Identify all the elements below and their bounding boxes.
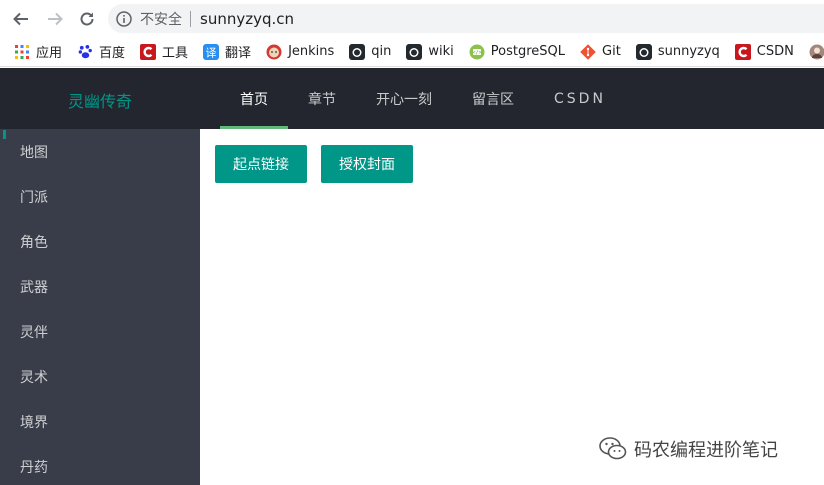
postgres-icon: </> bbox=[469, 44, 485, 60]
nav-tab-csdn[interactable]: CSDN bbox=[534, 68, 626, 129]
bookmark-label: 百度 bbox=[99, 46, 126, 61]
sidebar-item-character[interactable]: 角色 bbox=[0, 219, 200, 264]
sidebar-item-spirit-art[interactable]: 灵术 bbox=[0, 354, 200, 399]
avatar-icon bbox=[809, 44, 824, 60]
bookmark-postgresql[interactable]: </> PostgreSQL bbox=[469, 44, 565, 60]
github-icon bbox=[635, 43, 652, 60]
back-arrow-icon bbox=[13, 12, 28, 25]
bookmark-label: PostgreSQL bbox=[490, 44, 566, 59]
apps-grid-icon bbox=[14, 44, 30, 60]
sidebar-item-realm[interactable]: 境界 bbox=[0, 399, 200, 444]
bookmark-jenkins[interactable]: Jenkins bbox=[266, 44, 334, 60]
wechat-icon bbox=[599, 437, 627, 460]
bookmark-wiki[interactable]: wiki bbox=[406, 43, 454, 60]
jenkins-icon bbox=[266, 44, 282, 60]
reload-icon bbox=[80, 12, 94, 25]
bookmark-label: 翻译 bbox=[225, 46, 252, 61]
app-header: 灵幽传奇 首页 章节 开心一刻 留言区 CSDN bbox=[0, 68, 824, 129]
reload-button[interactable] bbox=[76, 8, 98, 30]
nav-tab-home[interactable]: 首页 bbox=[220, 68, 288, 129]
bookmark-avatar[interactable] bbox=[809, 44, 824, 60]
github-icon bbox=[349, 43, 366, 60]
info-icon[interactable] bbox=[116, 10, 132, 27]
bookmark-apps[interactable]: 应用 bbox=[14, 42, 62, 61]
bookmark-label: wiki bbox=[428, 44, 454, 59]
nav-tab-guestbook[interactable]: 留言区 bbox=[452, 68, 534, 129]
sidebar-item-elixir[interactable]: 丹药 bbox=[0, 444, 200, 485]
bookmark-tools[interactable]: 工具 bbox=[140, 42, 188, 61]
address-bar[interactable]: 不安全 sunnyzyq.cn bbox=[108, 4, 824, 33]
browser-toolbar: 不安全 sunnyzyq.cn bbox=[0, 0, 824, 37]
bookmark-label: Git bbox=[602, 44, 621, 59]
nav-tab-fun-moment[interactable]: 开心一刻 bbox=[356, 68, 452, 129]
bookmarks-bar: 应用 百度 工具 译 翻译 Jenkins qin wiki </> Postg… bbox=[0, 37, 824, 67]
github-icon bbox=[406, 43, 423, 60]
main-content: 起点链接 授权封面 bbox=[200, 129, 824, 485]
bookmark-baidu[interactable]: 百度 bbox=[77, 42, 125, 61]
top-nav: 首页 章节 开心一刻 留言区 CSDN bbox=[220, 68, 626, 129]
translate-icon: 译 bbox=[203, 43, 220, 60]
watermark-text: 码农编程进阶笔记 bbox=[634, 440, 778, 461]
csdn-c-icon bbox=[734, 43, 751, 60]
svg-text:译: 译 bbox=[206, 46, 217, 59]
bookmark-csdn[interactable]: CSDN bbox=[734, 43, 794, 60]
bookmark-label: 工具 bbox=[162, 46, 189, 61]
url-text[interactable]: sunnyzyq.cn bbox=[200, 10, 294, 28]
bookmark-label: qin bbox=[371, 44, 392, 59]
bookmark-label: Jenkins bbox=[288, 44, 335, 59]
bookmark-qin[interactable]: qin bbox=[349, 43, 392, 60]
authorized-cover-button[interactable]: 授权封面 bbox=[321, 145, 413, 183]
bookmark-translate[interactable]: 译 翻译 bbox=[203, 42, 251, 61]
git-icon bbox=[580, 43, 596, 60]
sidebar-item-spirit-companion[interactable]: 灵伴 bbox=[0, 309, 200, 354]
sidebar-item-sect[interactable]: 门派 bbox=[0, 174, 200, 219]
forward-arrow-icon bbox=[48, 12, 63, 25]
qidian-link-button[interactable]: 起点链接 bbox=[215, 145, 307, 183]
sidebar-item-map[interactable]: 地图 bbox=[0, 129, 200, 174]
security-label: 不安全 bbox=[140, 11, 182, 28]
site-logo[interactable]: 灵幽传奇 bbox=[68, 88, 132, 112]
csdn-c-icon bbox=[140, 43, 157, 60]
svg-text:</>: </> bbox=[472, 50, 481, 56]
back-button[interactable] bbox=[10, 8, 32, 30]
sidebar-item-weapon[interactable]: 武器 bbox=[0, 264, 200, 309]
nav-tab-chapters[interactable]: 章节 bbox=[288, 68, 356, 129]
bookmark-git[interactable]: Git bbox=[580, 43, 621, 60]
bookmark-label: sunnyzyq bbox=[657, 44, 720, 59]
sidebar: 地图 门派 角色 武器 灵伴 灵术 境界 丹药 bbox=[0, 129, 200, 485]
bookmark-label: CSDN bbox=[756, 44, 794, 59]
sidebar-accent-bar bbox=[3, 130, 6, 139]
bookmark-label: 应用 bbox=[36, 46, 63, 61]
bookmark-sunnyzyq[interactable]: sunnyzyq bbox=[635, 43, 720, 60]
forward-button[interactable] bbox=[44, 8, 66, 30]
address-divider bbox=[190, 10, 191, 27]
watermark: 码农编程进阶笔记 bbox=[598, 436, 778, 462]
baidu-paw-icon bbox=[77, 44, 93, 60]
